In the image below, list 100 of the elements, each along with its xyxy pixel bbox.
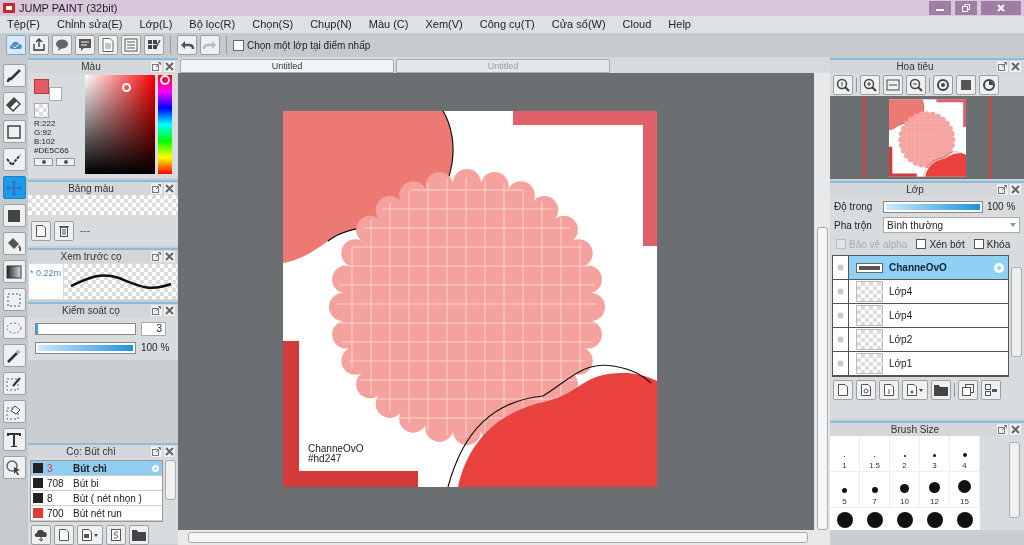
menu-item[interactable]: Lớp(L) (139, 16, 173, 33)
float-button[interactable] (151, 61, 162, 72)
script-button[interactable] (106, 525, 126, 545)
scrollbar[interactable] (1011, 267, 1022, 357)
scrollbar[interactable] (178, 530, 830, 545)
duplicate-button[interactable] (958, 380, 978, 400)
folder-button[interactable] (129, 525, 149, 545)
folder-button[interactable] (931, 380, 951, 400)
brush-size-option[interactable]: 2 (890, 436, 920, 472)
new-brush-button[interactable] (54, 525, 74, 545)
cloud-button[interactable] (31, 525, 51, 545)
menu-item[interactable]: Xem(V) (425, 16, 463, 33)
tool-button[interactable] (2, 148, 26, 171)
new-layer-button[interactable] (833, 380, 853, 400)
scroll-thumb[interactable] (816, 227, 828, 530)
close-button[interactable] (164, 446, 175, 457)
menu-item[interactable]: Chọn(S) (252, 16, 294, 33)
tool-button[interactable] (2, 64, 26, 87)
document-tab[interactable]: Untitled (180, 59, 394, 73)
scrollbar[interactable] (165, 460, 176, 500)
layer-row[interactable]: Lớp1 (833, 352, 1008, 376)
float-button[interactable] (151, 446, 162, 457)
brush-item[interactable]: 708 Bút bi (31, 476, 162, 491)
grid-button[interactable] (144, 35, 164, 55)
scrollbar[interactable] (1009, 442, 1020, 518)
close-button[interactable] (164, 305, 175, 316)
tool-button[interactable] (2, 372, 26, 395)
brush-size-option[interactable]: 4 (950, 436, 980, 472)
brush-size-option[interactable]: 1.5 (860, 436, 890, 472)
restore-button[interactable] (955, 1, 977, 15)
flip-button[interactable] (956, 74, 976, 95)
menu-item[interactable]: Chỉnh sửa(E) (57, 16, 123, 33)
add-layer-button[interactable] (902, 380, 928, 400)
tool-button[interactable] (2, 260, 26, 283)
rotate-right-button[interactable] (979, 74, 999, 95)
menu-item[interactable]: Màu (C) (368, 16, 409, 33)
swap-button[interactable] (34, 158, 53, 166)
color-picker-handle[interactable] (122, 83, 131, 92)
close-button[interactable] (164, 183, 175, 194)
brush-size-option[interactable]: 5 (830, 472, 860, 508)
background-color-swatch[interactable] (49, 87, 62, 101)
picker-button[interactable] (56, 158, 75, 166)
float-button[interactable] (151, 251, 162, 262)
blend-dropdown[interactable]: Bình thường (883, 217, 1020, 233)
float-button[interactable] (997, 184, 1008, 195)
transparent-swatch[interactable] (34, 103, 49, 118)
float-button[interactable] (151, 183, 162, 194)
close-button[interactable] (1010, 61, 1021, 72)
speech-button[interactable] (52, 35, 72, 55)
size-field[interactable]: 3 (141, 322, 166, 336)
close-button[interactable] (164, 61, 175, 72)
brush-item[interactable]: 3 Bút chì (31, 461, 162, 476)
zoom-actual-button[interactable] (833, 74, 853, 95)
rotate-left-button[interactable] (933, 74, 953, 95)
brush-size-option[interactable]: 15 (950, 472, 980, 508)
brush-size-option[interactable]: 12 (920, 472, 950, 508)
layer-row[interactable]: Lớp2 (833, 328, 1008, 352)
checkbox[interactable] (233, 39, 244, 51)
close-button[interactable] (164, 251, 175, 262)
minimize-button[interactable] (929, 1, 951, 15)
color-field[interactable] (85, 75, 155, 174)
brush-item[interactable]: 8 Bút ( nét nhọn ) (31, 491, 162, 506)
document-button[interactable] (98, 35, 118, 55)
menu-item[interactable]: Tệp(F) (7, 16, 40, 33)
copy-brush-button[interactable] (77, 525, 103, 545)
tool-button[interactable] (2, 428, 26, 451)
new-swatch-button[interactable] (31, 220, 51, 241)
float-button[interactable] (997, 424, 1008, 435)
share-button[interactable] (29, 35, 49, 55)
brush-item[interactable]: 700 Bút nét run (31, 506, 162, 521)
zoom-out-button[interactable] (906, 74, 926, 95)
checkbox[interactable] (973, 239, 984, 249)
brush-size-option[interactable]: 3 (920, 436, 950, 472)
size-slider[interactable] (35, 323, 136, 335)
brush-size-option[interactable]: 1 (830, 436, 860, 472)
brush-size-option[interactable]: 7 (860, 472, 890, 508)
close-button[interactable] (1010, 424, 1021, 435)
menu-item[interactable]: Cửa sổ(W) (551, 16, 606, 33)
tool-button[interactable] (2, 344, 26, 367)
float-button[interactable] (151, 305, 162, 316)
scroll-thumb[interactable] (188, 532, 808, 543)
tool-button[interactable] (2, 92, 26, 115)
tool-button[interactable] (2, 456, 26, 479)
menu-item[interactable]: Help (668, 16, 691, 33)
new-1bit-layer-button[interactable] (879, 380, 899, 400)
merge-button[interactable] (981, 380, 1001, 400)
hue-handle[interactable] (160, 75, 170, 85)
tool-button[interactable] (2, 232, 26, 255)
brush-size-option[interactable]: 10 (890, 472, 920, 508)
close-button[interactable] (981, 1, 1021, 15)
delete-swatch-button[interactable] (54, 220, 74, 241)
new-8bit-layer-button[interactable] (856, 380, 876, 400)
float-button[interactable] (997, 61, 1008, 72)
zoom-in-button[interactable] (860, 74, 880, 95)
tool-button[interactable] (2, 204, 26, 227)
layer-row[interactable]: Lớp4 (833, 280, 1008, 304)
menu-item[interactable]: Bộ lọc(R) (189, 16, 236, 33)
comment-button[interactable] (75, 35, 95, 55)
scrollbar[interactable] (814, 73, 830, 530)
checkbox[interactable] (916, 239, 927, 249)
